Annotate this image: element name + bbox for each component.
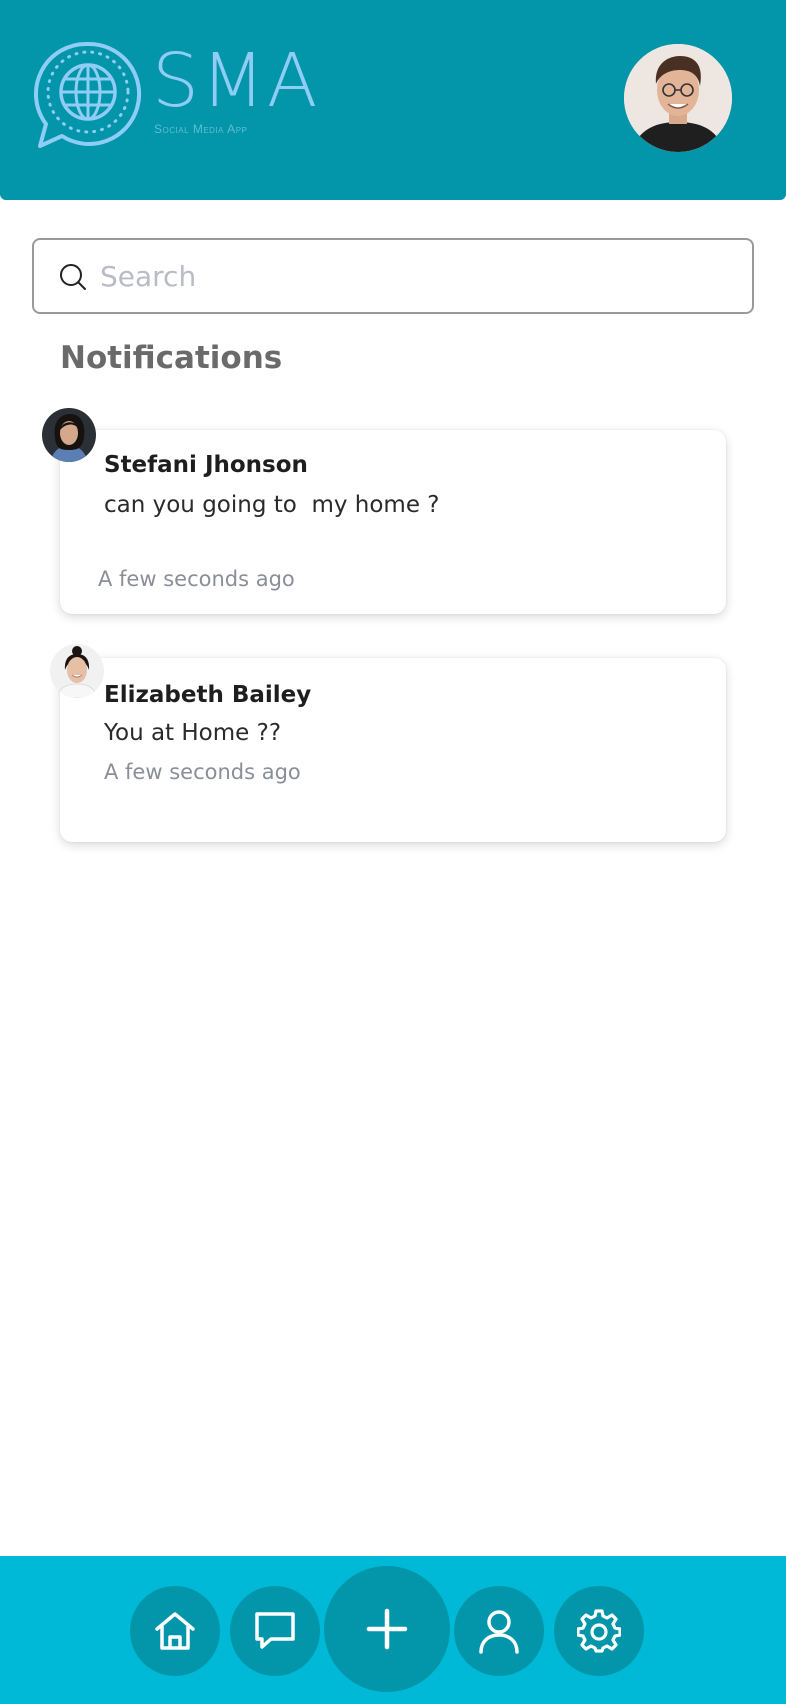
notification-card[interactable]: Stefani Jhonson can you going to my home… [42,408,726,614]
globe-chat-icon [33,41,142,148]
app-header: SMA Social Media App [0,0,786,200]
nav-settings-button[interactable] [554,1586,644,1676]
nav-chat-button[interactable] [230,1586,320,1676]
notification-message: You at Home ?? [104,720,282,746]
notification-time: A few seconds ago [104,760,301,784]
notification-time: A few seconds ago [98,567,295,591]
notification-message: can you going to my home ? [104,492,440,518]
avatar[interactable] [42,408,96,462]
nav-home-button[interactable] [130,1586,220,1676]
nav-profile-button[interactable] [454,1586,544,1676]
notification-sender: Stefani Jhonson [104,452,308,478]
search-input[interactable] [100,252,720,300]
logo-subtitle: Social Media App [154,122,248,136]
profile-icon [479,1610,519,1654]
home-icon [155,1612,195,1650]
add-icon [366,1608,408,1650]
user-avatar-image [624,44,732,152]
avatar[interactable] [50,644,104,698]
settings-icon [577,1609,621,1653]
user-avatar[interactable] [624,44,732,152]
notification-card[interactable]: Elizabeth Bailey You at Home ?? A few se… [50,644,726,842]
chat-icon [255,1612,295,1649]
search-icon [60,264,86,290]
bottom-nav [0,1556,786,1704]
page-title: Notifications [60,340,283,376]
nav-add-button[interactable] [324,1566,450,1692]
app-logo[interactable]: SMA Social Media App [32,38,362,148]
logo-title: SMA [152,38,320,124]
notification-sender: Elizabeth Bailey [104,682,312,708]
search-bar[interactable] [32,238,754,314]
